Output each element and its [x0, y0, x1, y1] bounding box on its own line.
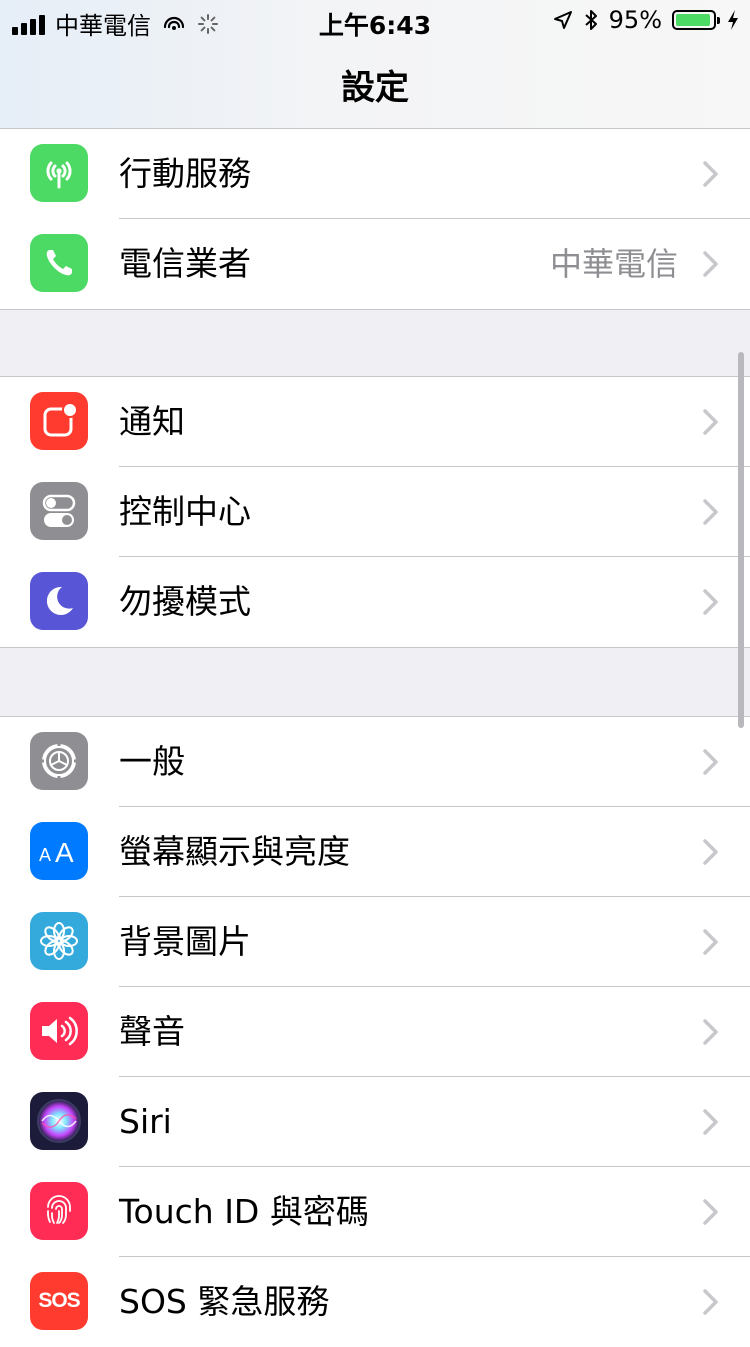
- settings-row-label: 通知: [119, 402, 185, 441]
- siri-icon: [30, 1092, 88, 1150]
- settings-row-notifications[interactable]: 通知: [0, 377, 750, 467]
- scroll-indicator[interactable]: [738, 352, 744, 728]
- notification-icon: [30, 392, 88, 450]
- phone-icon: [30, 234, 88, 292]
- charging-bolt-icon: [728, 10, 738, 30]
- chevron-right-icon: [703, 251, 718, 277]
- settings-row-control-center[interactable]: 控制中心: [0, 467, 750, 557]
- settings-row-siri[interactable]: Siri: [0, 1077, 750, 1167]
- sos-icon-text: SOS: [38, 1289, 80, 1312]
- settings-group-network: 行動服務 電信業者 中華電信: [0, 128, 750, 310]
- settings-row-label: Touch ID 與密碼: [119, 1192, 369, 1231]
- settings-row-label: 一般: [119, 742, 185, 781]
- top-bar: 中華電信 上午6:43 95% 設定: [0, 0, 750, 129]
- location-arrow-icon: [553, 11, 572, 29]
- settings-row-do-not-disturb[interactable]: 勿擾模式: [0, 557, 750, 647]
- sos-icon: SOS: [30, 1272, 88, 1330]
- settings-row-label: 聲音: [119, 1012, 185, 1051]
- cellular-antenna-icon: [30, 144, 88, 202]
- chevron-right-icon: [703, 1199, 718, 1225]
- settings-row-label: 電信業者: [119, 244, 251, 283]
- settings-row-label: 螢幕顯示與亮度: [119, 832, 350, 871]
- settings-group-alerts: 通知 控制中心 勿擾模式: [0, 376, 750, 648]
- settings-row-label: 勿擾模式: [119, 582, 251, 621]
- settings-row-general[interactable]: 一般: [0, 717, 750, 807]
- page-title: 設定: [341, 68, 409, 108]
- control-center-toggle-icon: [30, 482, 88, 540]
- svg-text:A: A: [55, 837, 74, 868]
- bluetooth-icon: [584, 10, 597, 30]
- fingerprint-icon: [30, 1182, 88, 1240]
- gear-icon: [30, 732, 88, 790]
- chevron-right-icon: [703, 409, 718, 435]
- settings-row-label: 控制中心: [119, 492, 251, 531]
- chevron-right-icon: [703, 1289, 718, 1315]
- status-bar: 中華電信 上午6:43 95%: [0, 0, 750, 40]
- settings-row-wallpaper[interactable]: 背景圖片: [0, 897, 750, 987]
- settings-row-display-brightness[interactable]: A A 螢幕顯示與亮度: [0, 807, 750, 897]
- settings-group-general: 一般 A A 螢幕顯示與亮度 背景圖片 聲音 Siri Touch ID 與密碼…: [0, 716, 750, 1347]
- settings-row-carrier[interactable]: 電信業者 中華電信: [0, 219, 750, 309]
- text-size-icon: A A: [30, 822, 88, 880]
- carrier-value: 中華電信: [549, 245, 678, 283]
- chevron-right-icon: [703, 839, 718, 865]
- chevron-right-icon: [703, 1109, 718, 1135]
- chevron-right-icon: [703, 749, 718, 775]
- settings-row-touch-id[interactable]: Touch ID 與密碼: [0, 1167, 750, 1257]
- chevron-right-icon: [703, 589, 718, 615]
- flower-icon: [30, 912, 88, 970]
- chevron-right-icon: [703, 161, 718, 187]
- battery-icon: [672, 10, 720, 30]
- chevron-right-icon: [703, 1019, 718, 1045]
- settings-row-cellular[interactable]: 行動服務: [0, 129, 750, 219]
- settings-row-sounds[interactable]: 聲音: [0, 987, 750, 1077]
- chevron-right-icon: [703, 499, 718, 525]
- chevron-right-icon: [703, 929, 718, 955]
- settings-row-label: 行動服務: [119, 154, 251, 193]
- speaker-icon: [30, 1002, 88, 1060]
- settings-row-label: 背景圖片: [119, 922, 251, 961]
- moon-icon: [30, 572, 88, 630]
- svg-text:A: A: [39, 845, 51, 865]
- settings-row-label: Siri: [119, 1102, 172, 1141]
- battery-percent: 95%: [608, 6, 662, 34]
